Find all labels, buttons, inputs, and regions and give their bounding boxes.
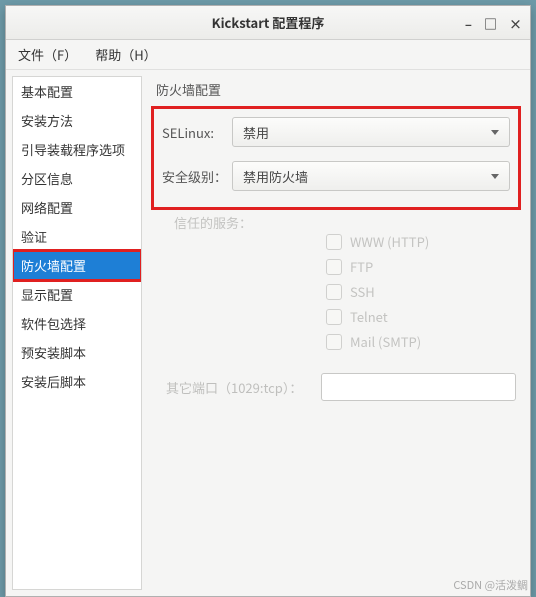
service-checkbox-3[interactable] xyxy=(326,309,342,325)
sidebar-item-2[interactable]: 引导装载程序选项 xyxy=(13,135,141,164)
sidebar-item-5[interactable]: 验证 xyxy=(13,222,141,251)
service-label-2: SSH xyxy=(350,282,375,301)
sidebar-item-8[interactable]: 软件包选择 xyxy=(13,309,141,338)
menubar: 文件（F） 帮助（H） xyxy=(6,40,530,70)
service-label-4: Mail (SMTP) xyxy=(350,332,421,351)
service-row-0: WWW (HTTP) xyxy=(326,232,516,251)
sidebar-item-0[interactable]: 基本配置 xyxy=(13,77,141,106)
close-button[interactable]: × xyxy=(509,14,522,33)
sidebar-item-10[interactable]: 安装后脚本 xyxy=(13,367,141,396)
minimize-button[interactable]: – xyxy=(465,14,472,33)
selinux-label: SELinux: xyxy=(162,123,232,142)
trusted-services-label: 信任的服务： xyxy=(174,213,516,232)
security-level-combo[interactable]: 禁用防火墙 xyxy=(232,161,510,191)
app-window: Kickstart 配置程序 – □ × 文件（F） 帮助（H） 基本配置安装方… xyxy=(5,5,531,597)
service-label-0: WWW (HTTP) xyxy=(350,232,429,251)
service-checkbox-2[interactable] xyxy=(326,284,342,300)
selinux-combo[interactable]: 禁用 xyxy=(232,117,510,147)
maximize-button[interactable]: □ xyxy=(484,14,497,33)
menu-help[interactable]: 帮助（H） xyxy=(95,45,156,64)
service-label-1: FTP xyxy=(350,257,373,276)
body: 基本配置安装方法引导装载程序选项分区信息网络配置验证防火墙配置显示配置软件包选择… xyxy=(6,70,530,596)
main-panel: 防火墙配置 SELinux: 禁用 安全级别： 禁用防火墙 信任的服务： WWW… xyxy=(146,70,530,596)
sidebar: 基本配置安装方法引导装载程序选项分区信息网络配置验证防火墙配置显示配置软件包选择… xyxy=(12,76,142,590)
selinux-value: 禁用 xyxy=(243,123,269,142)
other-ports-label: 其它端口（1029:tcp）： xyxy=(156,378,321,397)
section-title: 防火墙配置 xyxy=(156,80,516,99)
sidebar-item-1[interactable]: 安装方法 xyxy=(13,106,141,135)
sidebar-item-3[interactable]: 分区信息 xyxy=(13,164,141,193)
service-row-4: Mail (SMTP) xyxy=(326,332,516,351)
service-checkbox-4[interactable] xyxy=(326,334,342,350)
security-level-label: 安全级别： xyxy=(162,167,232,186)
sidebar-item-7[interactable]: 显示配置 xyxy=(13,280,141,309)
watermark: CSDN @活泼鲷 xyxy=(453,577,528,593)
other-ports-row: 其它端口（1029:tcp）： xyxy=(156,373,516,401)
other-ports-input[interactable] xyxy=(321,373,516,401)
titlebar: Kickstart 配置程序 – □ × xyxy=(6,6,530,40)
window-title: Kickstart 配置程序 xyxy=(212,13,325,32)
sidebar-item-4[interactable]: 网络配置 xyxy=(13,193,141,222)
trusted-services-list: WWW (HTTP) FTP SSH Telnet Mail (SMTP) xyxy=(326,232,516,351)
service-label-3: Telnet xyxy=(350,307,388,326)
sidebar-item-6[interactable]: 防火墙配置 xyxy=(13,251,141,280)
service-row-1: FTP xyxy=(326,257,516,276)
window-controls: – □ × xyxy=(465,14,522,33)
highlight-settings-box: SELinux: 禁用 安全级别： 禁用防火墙 xyxy=(154,109,518,207)
sidebar-item-9[interactable]: 预安装脚本 xyxy=(13,338,141,367)
menu-file[interactable]: 文件（F） xyxy=(18,45,77,64)
selinux-row: SELinux: 禁用 xyxy=(162,117,510,147)
security-level-value: 禁用防火墙 xyxy=(243,167,308,186)
service-row-3: Telnet xyxy=(326,307,516,326)
service-checkbox-0[interactable] xyxy=(326,234,342,250)
service-row-2: SSH xyxy=(326,282,516,301)
service-checkbox-1[interactable] xyxy=(326,259,342,275)
security-level-row: 安全级别： 禁用防火墙 xyxy=(162,161,510,191)
